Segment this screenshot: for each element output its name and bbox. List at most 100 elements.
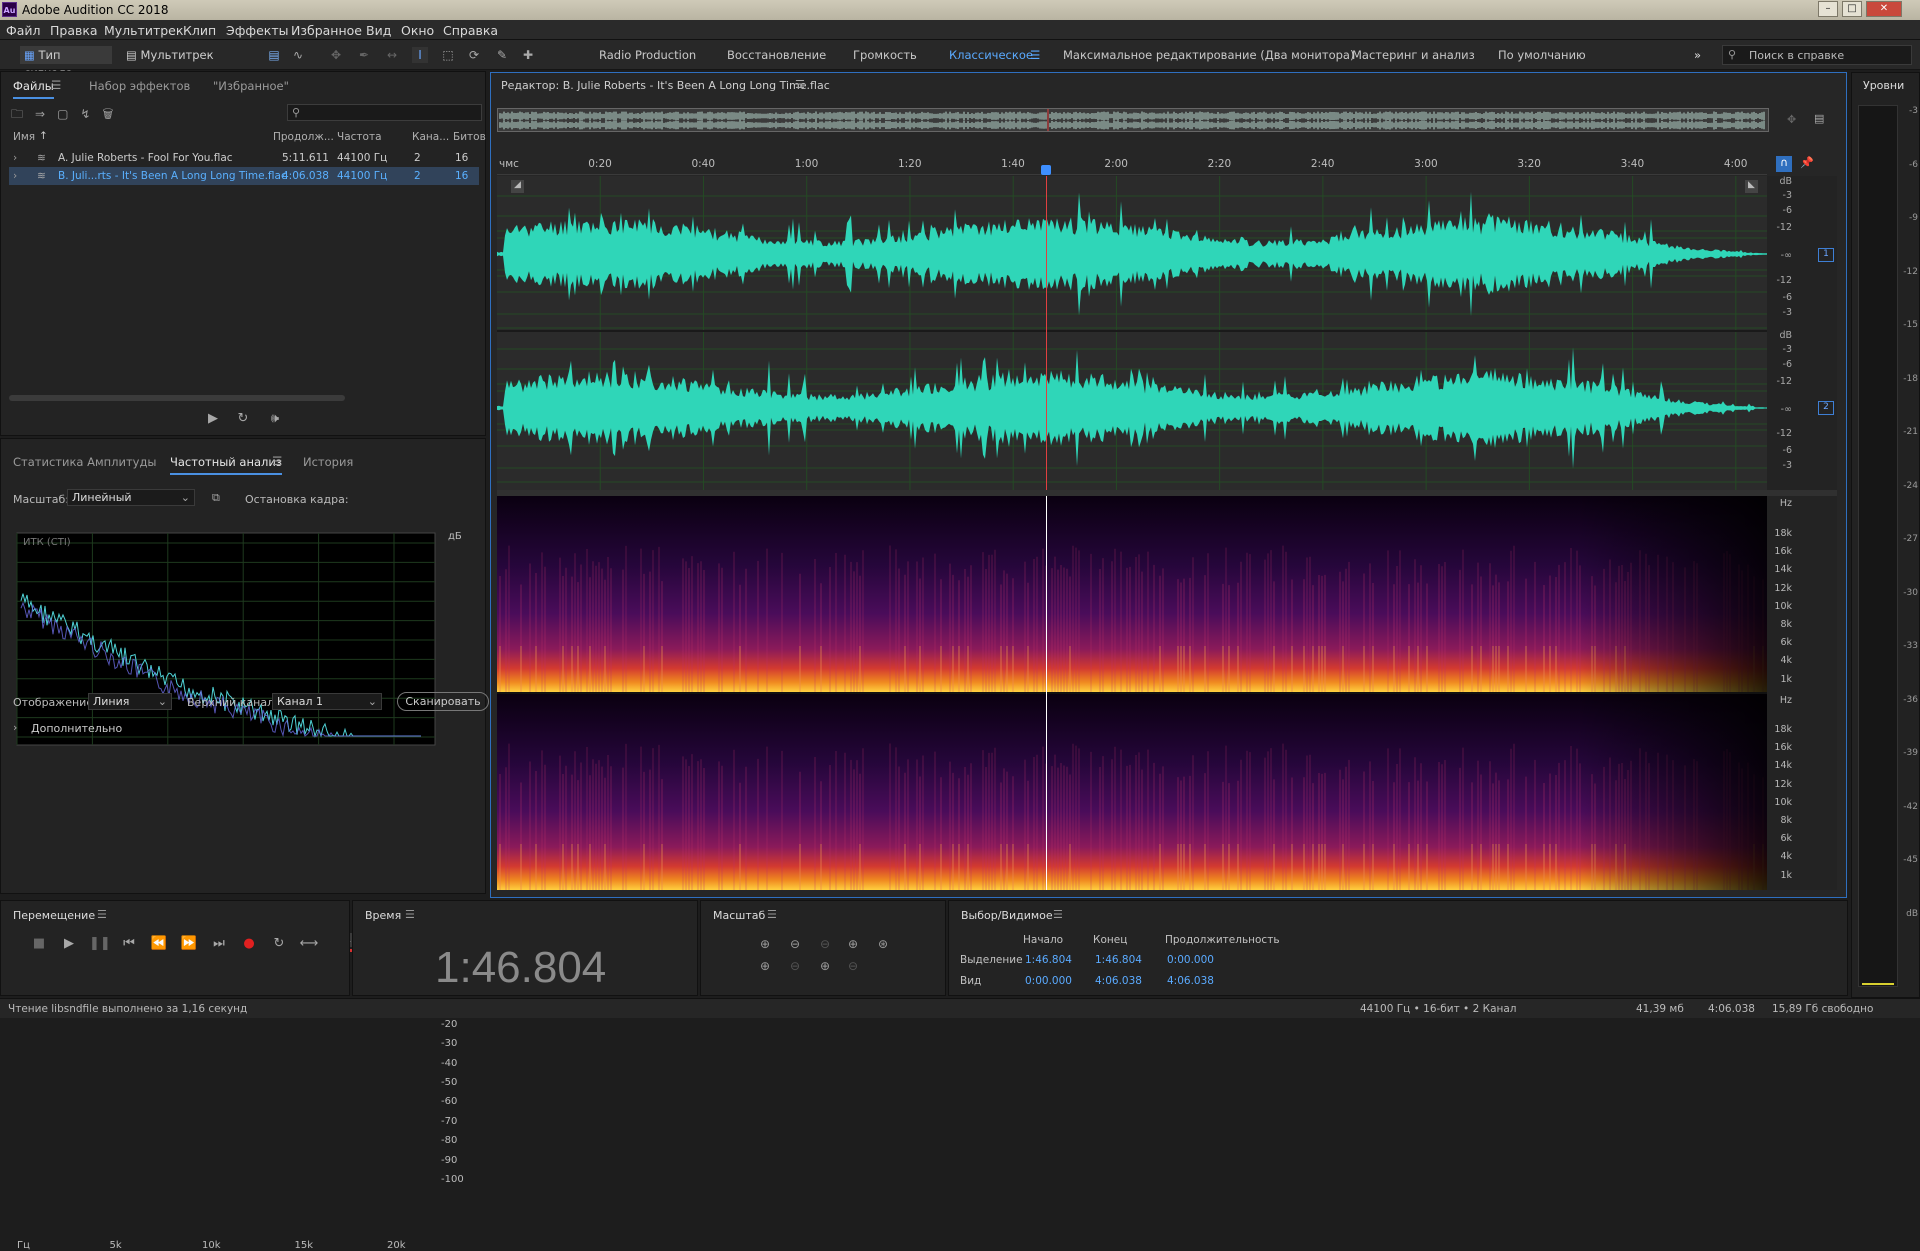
waveform-mode-button[interactable]: ▦ Тип сигнала: [20, 46, 112, 80]
view-end[interactable]: 4:06.038: [1095, 975, 1142, 987]
menu-multitrack[interactable]: Мультитрек: [104, 23, 183, 38]
expand-chevron-icon[interactable]: ›: [13, 152, 17, 164]
editor-menu-icon[interactable]: ☰: [795, 78, 805, 91]
zoom-menu-icon[interactable]: ☰: [767, 908, 777, 921]
insert-icon[interactable]: ↯: [80, 107, 102, 121]
waveform-display[interactable]: ◢ ◣: [497, 176, 1767, 492]
menu-edit[interactable]: Правка: [50, 23, 98, 38]
scale-dropdown[interactable]: Линейный ⌄: [67, 489, 195, 506]
zoom-in-amplitude-icon[interactable]: ⊕: [753, 935, 777, 953]
spectral-view-icon[interactable]: ∿: [290, 47, 306, 63]
preview-loop-icon[interactable]: ↻: [233, 410, 253, 428]
tab-effects-rack[interactable]: Набор эффектов: [89, 79, 190, 93]
zoom-out-full-icon[interactable]: ⊖: [813, 935, 837, 953]
stop-icon[interactable]: ■: [29, 935, 49, 953]
open-folder-icon[interactable]: 🗀: [11, 107, 35, 121]
record-icon[interactable]: ●: [239, 935, 259, 953]
preview-play-icon[interactable]: ▶: [203, 410, 223, 428]
zoom-in-at-start-icon[interactable]: ⊕: [841, 935, 865, 953]
spot-healing-tool-icon[interactable]: ✚: [520, 47, 536, 63]
zoom-out-time-icon[interactable]: ⊖: [783, 957, 807, 975]
analysis-menu-icon[interactable]: ☰: [272, 454, 282, 468]
workspace-default[interactable]: По умолчанию: [1498, 48, 1586, 62]
selection-duration[interactable]: 0:00.000: [1167, 954, 1214, 966]
workspace-menu-icon[interactable]: ☰: [1030, 48, 1040, 62]
workspace-classic[interactable]: Классическое: [949, 48, 1033, 62]
fast-forward-icon[interactable]: ⏩: [179, 935, 199, 953]
col-rate[interactable]: Частота: [337, 131, 382, 143]
tab-favorites[interactable]: "Избранное": [213, 79, 289, 93]
menu-window[interactable]: Окно: [401, 23, 434, 38]
zoom-in-at-end-icon[interactable]: ⊕: [813, 957, 837, 975]
menu-file[interactable]: Файл: [6, 23, 41, 38]
maximize-button[interactable]: □: [1842, 1, 1862, 17]
more-workspaces-icon[interactable]: »: [1694, 48, 1701, 62]
help-search-input[interactable]: ⚲ Поиск в справке: [1722, 45, 1912, 65]
move-tool-icon[interactable]: ✥: [328, 47, 344, 63]
skip-selection-icon[interactable]: ⟷: [299, 935, 319, 953]
marker-icon[interactable]: 📌: [1800, 156, 1814, 169]
selection-start[interactable]: 1:46.804: [1025, 954, 1072, 966]
slip-tool-icon[interactable]: ↔: [384, 47, 400, 63]
transport-menu-icon[interactable]: ☰: [97, 908, 107, 921]
workspace-restoration[interactable]: Восстановление: [727, 48, 826, 62]
delete-icon[interactable]: 🗑: [102, 107, 125, 121]
menu-favorites[interactable]: Избранное: [291, 23, 362, 38]
selection-end[interactable]: 1:46.804: [1095, 954, 1142, 966]
go-to-end-icon[interactable]: ⏭: [209, 935, 229, 953]
marquee-tool-icon[interactable]: ⬚: [440, 47, 456, 63]
workspace-radio-production[interactable]: Radio Production: [599, 48, 696, 62]
menu-view[interactable]: Вид: [366, 23, 391, 38]
import-icon[interactable]: ⇒: [35, 107, 57, 121]
overview-navigator[interactable]: [497, 108, 1769, 132]
col-name[interactable]: Имя: [13, 131, 35, 143]
channel-badge-2[interactable]: 2: [1818, 401, 1834, 415]
tab-amplitude-statistics[interactable]: Статистика Амплитуды: [13, 455, 157, 469]
hud-corner-icon[interactable]: ◣: [1745, 180, 1758, 193]
channel-dropdown[interactable]: Канал 1 ⌄: [272, 693, 382, 710]
display-dropdown[interactable]: Линия ⌄: [88, 693, 172, 710]
playhead-marker[interactable]: [1041, 165, 1051, 175]
workspace-loudness[interactable]: Громкость: [853, 48, 917, 62]
zoom-to-fit-icon[interactable]: ✥: [1787, 113, 1796, 126]
workspace-max-editing[interactable]: Максимальное редактирование (Два монитор…: [1063, 48, 1354, 62]
tab-frequency-analysis[interactable]: Частотный анализ: [170, 455, 282, 475]
pause-icon[interactable]: ❚❚: [89, 935, 111, 953]
files-search-input[interactable]: ⚲: [287, 104, 482, 121]
rewind-icon[interactable]: ⏪: [149, 935, 169, 953]
minimize-button[interactable]: –: [1818, 1, 1838, 17]
view-duration[interactable]: 4:06.038: [1167, 975, 1214, 987]
advanced-chevron-icon[interactable]: ›: [13, 721, 17, 734]
multitrack-mode-button[interactable]: ▤ Мультитрек: [126, 46, 214, 64]
lasso-tool-icon[interactable]: ⟳: [466, 47, 482, 63]
copy-graph-icon[interactable]: ⧉: [212, 491, 220, 505]
razor-tool-icon[interactable]: ✒: [356, 47, 372, 63]
overview-settings-icon[interactable]: ▤: [1814, 112, 1824, 125]
advanced-section[interactable]: Дополнительно: [31, 722, 122, 735]
snap-icon[interactable]: ∩: [1776, 156, 1792, 172]
time-ruler[interactable]: [497, 153, 1767, 175]
expand-chevron-icon[interactable]: ›: [13, 170, 17, 182]
file-row-selected[interactable]: › ≋ B. Juli...rts - It's Been A Long Lon…: [9, 167, 479, 185]
time-menu-icon[interactable]: ☰: [405, 908, 415, 921]
new-file-icon[interactable]: ▢: [57, 107, 80, 121]
col-duration[interactable]: Продолж...: [273, 131, 334, 143]
files-horizontal-scrollbar[interactable]: [9, 395, 345, 401]
selection-menu-icon[interactable]: ☰: [1053, 908, 1063, 921]
workspace-mastering[interactable]: Мастеринг и анализ: [1352, 48, 1475, 62]
tab-files[interactable]: Файлы: [13, 79, 54, 99]
tab-history[interactable]: История: [303, 455, 353, 469]
zoom-selection-icon[interactable]: ⊛: [871, 935, 895, 953]
menu-clip[interactable]: Клип: [183, 23, 216, 38]
zoom-out-amplitude-icon[interactable]: ⊖: [783, 935, 807, 953]
zoom-in-time-icon[interactable]: ⊕: [753, 957, 777, 975]
scan-button[interactable]: Сканировать: [397, 692, 489, 711]
preview-autoplay-icon[interactable]: 🕪: [263, 410, 287, 428]
menu-help[interactable]: Справка: [443, 23, 498, 38]
close-button[interactable]: ✕: [1866, 1, 1902, 17]
loop-icon[interactable]: ↻: [269, 935, 289, 953]
menu-effects[interactable]: Эффекты: [226, 23, 289, 38]
spectral-display[interactable]: [497, 496, 1767, 890]
files-panel-menu-icon[interactable]: ☰: [51, 78, 61, 92]
time-selection-tool-icon[interactable]: I: [412, 47, 428, 63]
